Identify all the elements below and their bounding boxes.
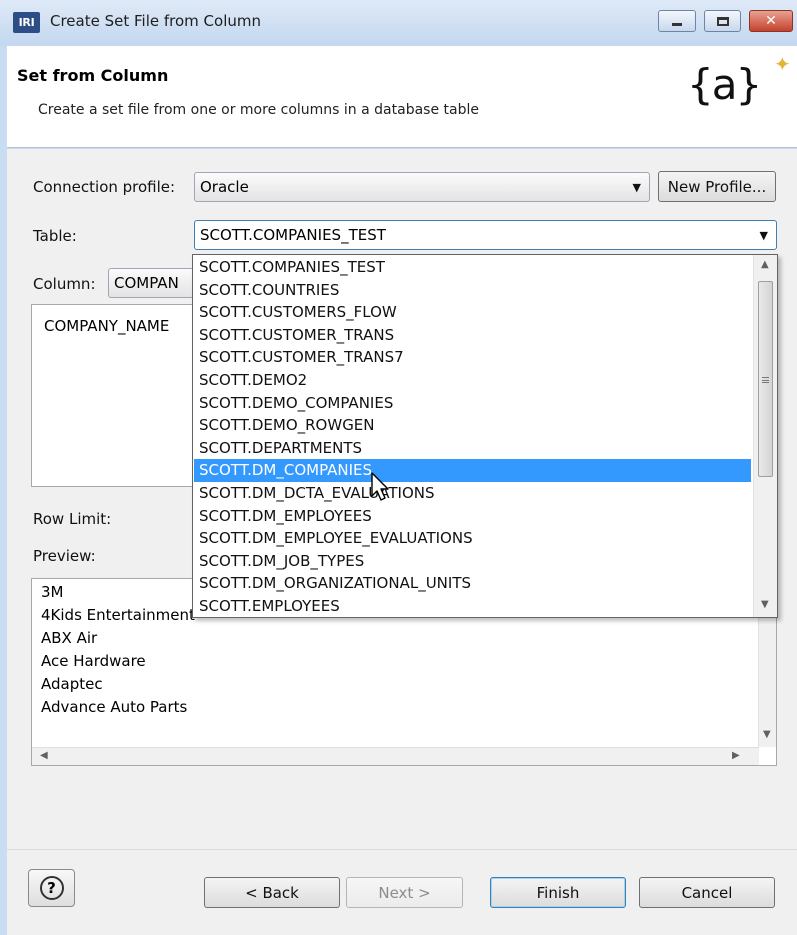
- title-bar[interactable]: IRI Create Set File from Column ✕: [0, 0, 797, 46]
- dropdown-option[interactable]: SCOTT.CUSTOMER_TRANS: [194, 324, 751, 347]
- back-button[interactable]: < Back: [204, 877, 340, 908]
- finish-button[interactable]: Finish: [490, 877, 626, 908]
- chevron-down-icon: ▼: [632, 181, 641, 194]
- scroll-left-icon[interactable]: ◀: [40, 750, 48, 761]
- scroll-down-icon[interactable]: ▼: [763, 729, 771, 740]
- list-item[interactable]: COMPANY_NAME: [44, 317, 169, 335]
- dropdown-option[interactable]: SCOTT.COMPANIES_TEST: [194, 256, 751, 279]
- connection-profile-value: Oracle: [200, 178, 249, 196]
- window-title: Create Set File from Column: [50, 12, 261, 30]
- preview-label: Preview:: [33, 547, 96, 565]
- wizard-logo-icon: {a}: [687, 60, 762, 109]
- row-limit-label: Row Limit:: [33, 510, 112, 528]
- page-description: Create a set file from one or more colum…: [38, 102, 479, 118]
- table-select[interactable]: SCOTT.COMPANIES_TEST ▼: [194, 220, 777, 250]
- dropdown-option[interactable]: SCOTT.DM_EMPLOYEE_EVALUATIONS: [194, 527, 751, 550]
- list-item: Adaptec: [41, 675, 103, 693]
- dropdown-option[interactable]: SCOTT.DM_JOB_TYPES: [194, 550, 751, 573]
- list-item: 4Kids Entertainment: [41, 606, 195, 624]
- maximize-icon: [716, 16, 729, 26]
- dropdown-option[interactable]: SCOTT.EMPLOYEES: [194, 595, 751, 618]
- mouse-cursor-icon: [371, 472, 389, 501]
- scroll-up-icon[interactable]: ▲: [761, 259, 769, 270]
- horizontal-scrollbar[interactable]: ◀ ▶: [32, 747, 759, 765]
- cancel-button[interactable]: Cancel: [639, 877, 775, 908]
- close-button[interactable]: ✕: [749, 10, 793, 32]
- dropdown-option[interactable]: SCOTT.DM_EMPLOYEES: [194, 505, 751, 528]
- new-profile-button[interactable]: New Profile...: [658, 171, 776, 202]
- list-item: Advance Auto Parts: [41, 698, 188, 716]
- grip-icon: [762, 377, 769, 383]
- scrollbar-thumb[interactable]: [758, 281, 773, 477]
- dropdown-option[interactable]: SCOTT.DEMO_COMPANIES: [194, 392, 751, 415]
- connection-profile-label: Connection profile:: [33, 178, 176, 196]
- chevron-down-icon: ▼: [759, 229, 768, 242]
- minimize-icon: [672, 23, 682, 26]
- dropdown-scrollbar[interactable]: ▲ ▼: [753, 255, 777, 617]
- dropdown-option[interactable]: SCOTT.DEPARTMENTS: [194, 437, 751, 460]
- dropdown-option[interactable]: SCOTT.CUSTOMER_TRANS7: [194, 346, 751, 369]
- scroll-right-icon[interactable]: ▶: [732, 750, 740, 761]
- list-item: ABX Air: [41, 629, 98, 647]
- minimize-button[interactable]: [658, 10, 696, 32]
- close-icon: ✕: [765, 13, 777, 29]
- page-title: Set from Column: [17, 66, 169, 85]
- list-item: 3M: [41, 583, 64, 601]
- dropdown-option[interactable]: SCOTT.COUNTRIES: [194, 279, 751, 302]
- column-value: COMPAN: [114, 274, 179, 292]
- column-label: Column:: [33, 275, 96, 293]
- connection-profile-select[interactable]: Oracle ▼: [194, 172, 650, 202]
- dropdown-option[interactable]: SCOTT.DM_ORGANIZATIONAL_UNITS: [194, 572, 751, 595]
- dropdown-option[interactable]: SCOTT.DEMO_ROWGEN: [194, 414, 751, 437]
- wizard-header: Set from Column Create a set file from o…: [7, 46, 797, 148]
- help-icon: ?: [39, 876, 64, 900]
- table-value: SCOTT.COMPANIES_TEST: [200, 226, 386, 244]
- maximize-button[interactable]: [704, 10, 741, 32]
- dialog-window: IRI Create Set File from Column ✕ Set fr…: [0, 0, 797, 935]
- app-logo-icon: IRI: [13, 12, 40, 33]
- dropdown-option-selected[interactable]: SCOTT.DM_COMPANIES: [194, 459, 751, 482]
- list-item: Ace Hardware: [41, 652, 146, 670]
- table-dropdown-list[interactable]: SCOTT.COMPANIES_TEST SCOTT.COUNTRIES SCO…: [192, 254, 778, 618]
- table-label: Table:: [33, 227, 77, 245]
- sparkle-icon: ✦: [774, 52, 791, 76]
- dropdown-option[interactable]: SCOTT.DM_DCTA_EVALUATIONS: [194, 482, 751, 505]
- help-button[interactable]: ?: [28, 869, 75, 907]
- dropdown-option[interactable]: SCOTT.DEMO2: [194, 369, 751, 392]
- scroll-down-icon[interactable]: ▼: [761, 599, 769, 610]
- next-button[interactable]: Next >: [346, 877, 463, 908]
- dropdown-option[interactable]: SCOTT.CUSTOMERS_FLOW: [194, 301, 751, 324]
